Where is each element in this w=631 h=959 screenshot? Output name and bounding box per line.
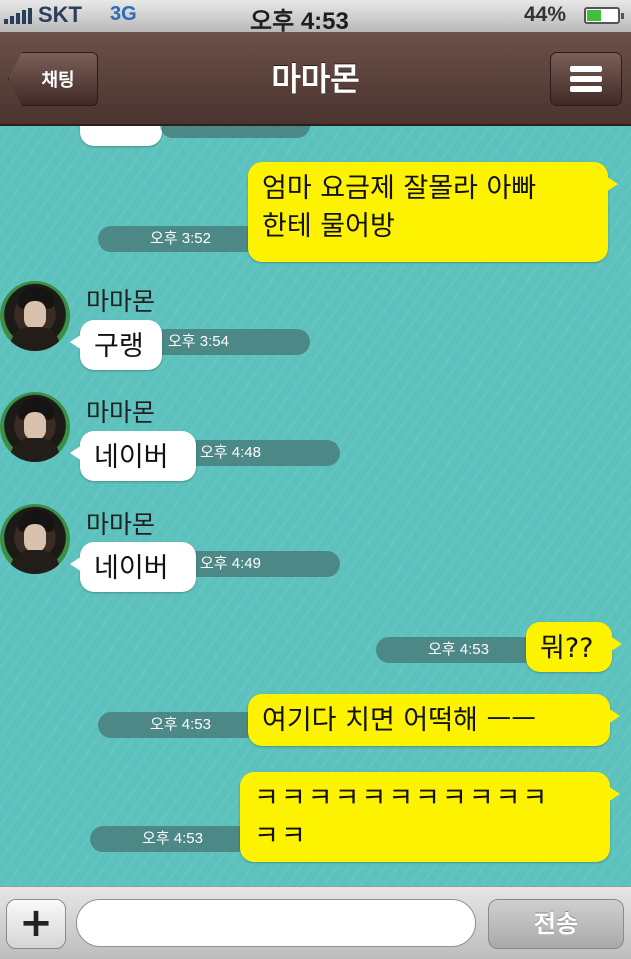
cut-off-time <box>160 126 310 138</box>
message-line: ㅋㅋㅋㅋㅋㅋㅋㅋㅋㅋㅋ <box>254 783 550 814</box>
sender-name: 마마몬 <box>86 287 156 316</box>
message-time: 오후 4:53 <box>90 826 250 852</box>
my-message-bubble[interactable]: 여기다 치면 어떡해 ㅡㅡ <box>248 694 620 746</box>
battery-percent: 44% <box>524 3 567 26</box>
contact-avatar[interactable] <box>0 392 70 462</box>
navigation-bar: 채팅 마마몬 <box>0 32 631 126</box>
chat-title: 마마몬 <box>271 60 360 98</box>
attach-button[interactable]: + <box>6 899 66 949</box>
back-to-chats-button[interactable]: 채팅 <box>8 52 98 106</box>
status-bar: SKT 3G 오후 4:53 44% <box>0 0 631 35</box>
sender-name: 마마몬 <box>86 510 156 539</box>
contact-avatar[interactable] <box>0 281 70 351</box>
message-time: 오후 3:54 <box>150 329 310 355</box>
send-button[interactable]: 전송 <box>488 899 624 949</box>
sender-name: 마마몬 <box>86 398 156 427</box>
message-line: 엄마 요금제 잘몰라 아빠 <box>262 173 537 204</box>
cut-off-message <box>80 126 162 146</box>
menu-button[interactable] <box>550 52 622 106</box>
network-type: 3G <box>110 3 137 25</box>
message-line: ㅋㅋ <box>254 821 308 852</box>
carrier-name: SKT <box>38 2 82 27</box>
message-input[interactable] <box>76 899 476 947</box>
plus-icon: + <box>19 900 53 946</box>
my-message-bubble[interactable]: ㅋㅋㅋㅋㅋㅋㅋㅋㅋㅋㅋ ㅋㅋ <box>240 772 620 862</box>
my-message-bubble[interactable]: 엄마 요금제 잘몰라 아빠 한테 물어방 <box>248 162 618 262</box>
battery-level-fill <box>587 10 602 21</box>
my-message-bubble[interactable]: 뭐?? <box>526 622 622 672</box>
chat-area[interactable]: 오후 3:52 엄마 요금제 잘몰라 아빠 한테 물어방 마마몬 오후 3:54… <box>0 126 631 886</box>
message-line: 한테 물어방 <box>262 211 395 242</box>
status-clock: 오후 4:53 <box>250 8 349 35</box>
their-message-bubble[interactable]: 네이버 <box>70 431 196 481</box>
battery-icon <box>584 7 624 24</box>
signal-bars-icon <box>4 8 32 24</box>
message-time: 오후 4:53 <box>376 637 536 663</box>
message-time: 오후 3:52 <box>98 226 258 252</box>
back-button-label: 채팅 <box>41 70 75 91</box>
their-message-bubble[interactable]: 네이버 <box>70 542 196 592</box>
message-time: 오후 4:53 <box>98 712 258 738</box>
message-time: 오후 4:49 <box>180 551 340 577</box>
their-message-bubble[interactable]: 구랭 <box>70 320 162 370</box>
message-input-bar: + 전송 <box>0 886 631 959</box>
message-time: 오후 4:48 <box>180 440 340 466</box>
contact-avatar[interactable] <box>0 504 70 574</box>
